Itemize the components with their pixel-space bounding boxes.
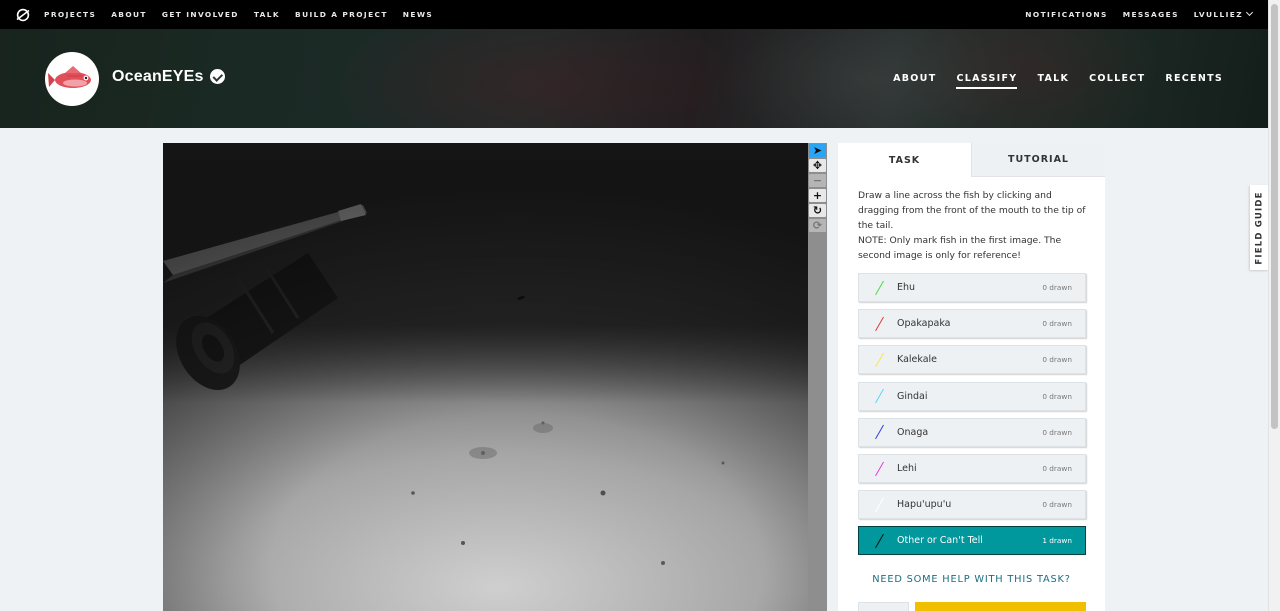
line-swatch-icon <box>875 534 885 548</box>
instructions-note: NOTE: Only mark fish in the first image.… <box>858 235 1062 261</box>
nav-projects-link[interactable]: PROJECTS <box>44 10 96 19</box>
page-scrollbar[interactable] <box>1268 0 1280 611</box>
tool-label: Lehi <box>897 463 917 474</box>
tool-button[interactable]: Opakapaka 0 drawn <box>858 309 1086 339</box>
site-navigation: PROJECTS ABOUT GET INVOLVED TALK BUILD A… <box>0 0 1268 29</box>
nav-get-involved-link[interactable]: GET INVOLVED <box>162 10 239 19</box>
line-swatch-icon <box>875 353 885 367</box>
zoom-out-icon[interactable]: − <box>809 174 826 187</box>
tool-button[interactable]: Hapu'upu'u 0 drawn <box>858 490 1086 520</box>
tool-button[interactable]: Lehi 0 drawn <box>858 454 1086 483</box>
tool-label: Ehu <box>897 282 916 293</box>
project-header: OceanEYEs ABOUT CLASSIFY TALK COLLECT RE… <box>0 29 1268 128</box>
back-button[interactable] <box>858 602 909 611</box>
project-nav-classify[interactable]: CLASSIFY <box>956 73 1018 89</box>
move-tool-icon[interactable]: ✥ <box>809 159 826 172</box>
zoom-in-icon[interactable]: + <box>809 189 826 202</box>
project-nav-about[interactable]: ABOUT <box>893 73 936 89</box>
image-vignette <box>163 143 808 611</box>
tool-drawn-count: 0 drawn <box>1042 355 1072 365</box>
tool-drawn-count: 0 drawn <box>1042 427 1072 437</box>
tab-task[interactable]: TASK <box>838 143 971 177</box>
image-toolbar: ➤ ✥ − + ↻ ⟳ <box>808 143 827 611</box>
tool-button[interactable]: Kalekale 0 drawn <box>858 345 1086 375</box>
tool-drawn-count: 0 drawn <box>1042 500 1072 510</box>
project-nav-recents[interactable]: RECENTS <box>1165 73 1223 89</box>
tool-drawn-count: 0 drawn <box>1042 319 1072 329</box>
done-button[interactable] <box>915 602 1086 611</box>
scrollbar-thumb[interactable] <box>1271 4 1278 429</box>
user-name: LVULLIEZ <box>1193 10 1243 19</box>
task-help-link[interactable]: NEED SOME HELP WITH THIS TASK? <box>838 574 1105 585</box>
chevron-down-icon <box>1245 8 1254 17</box>
user-menu[interactable]: LVULLIEZ <box>1193 8 1254 19</box>
tool-button[interactable]: Gindai 0 drawn <box>858 381 1086 411</box>
pointer-tool-icon[interactable]: ➤ <box>809 144 826 157</box>
verified-badge-icon <box>210 69 225 84</box>
project-nav-collect[interactable]: COLLECT <box>1089 73 1145 89</box>
project-avatar[interactable] <box>45 52 99 106</box>
field-guide-tab[interactable]: FIELD GUIDE <box>1250 185 1269 270</box>
nav-news-link[interactable]: NEWS <box>403 10 433 19</box>
rotate-icon[interactable]: ↻ <box>809 204 826 217</box>
tab-tutorial[interactable]: TUTORIAL <box>971 143 1105 177</box>
line-swatch-icon <box>875 389 885 403</box>
tool-button[interactable]: Other or Can't Tell 1 drawn <box>858 526 1086 556</box>
nav-build-project-link[interactable]: BUILD A PROJECT <box>295 10 388 19</box>
task-panel: TASK TUTORIAL Draw a line across the fis… <box>838 143 1105 611</box>
field-guide-label: FIELD GUIDE <box>1254 190 1265 265</box>
line-swatch-icon <box>875 425 885 439</box>
nav-talk-link[interactable]: TALK <box>254 10 280 19</box>
panel-tabs: TASK TUTORIAL <box>838 143 1105 177</box>
subject-image[interactable] <box>163 143 808 611</box>
site-nav-left: PROJECTS ABOUT GET INVOLVED TALK BUILD A… <box>44 10 448 19</box>
nav-notifications-link[interactable]: NOTIFICATIONS <box>1025 10 1107 19</box>
instructions-line: Draw a line across the fish by clicking … <box>858 190 1086 231</box>
tool-label: Kalekale <box>897 354 938 366</box>
tool-button[interactable]: Ehu 0 drawn <box>858 273 1086 302</box>
tool-label: Onaga <box>897 426 929 438</box>
project-navigation: ABOUT CLASSIFY TALK COLLECT RECENTS <box>873 73 1223 89</box>
line-swatch-icon <box>875 281 885 295</box>
tool-label: Opakapaka <box>897 318 951 330</box>
task-instructions: Draw a line across the fish by clicking … <box>858 188 1090 263</box>
tool-drawn-count: 0 drawn <box>1042 391 1072 401</box>
reset-icon[interactable]: ⟳ <box>809 219 826 232</box>
line-swatch-icon <box>875 317 885 331</box>
zooniverse-logo-icon[interactable] <box>16 8 30 22</box>
tool-button[interactable]: Onaga 0 drawn <box>858 417 1086 447</box>
nav-messages-link[interactable]: MESSAGES <box>1123 10 1179 19</box>
tool-drawn-count: 0 drawn <box>1042 464 1072 473</box>
line-swatch-icon <box>875 498 885 512</box>
tool-label: Gindai <box>897 390 928 402</box>
nav-about-link[interactable]: ABOUT <box>111 10 147 19</box>
tool-label: Hapu'upu'u <box>897 499 952 511</box>
tool-label: Other or Can't Tell <box>897 535 983 547</box>
project-nav-talk[interactable]: TALK <box>1037 73 1069 89</box>
project-title[interactable]: OceanEYEs <box>112 68 204 86</box>
tool-drawn-count: 1 drawn <box>1042 536 1072 546</box>
line-swatch-icon <box>875 462 885 476</box>
site-nav-right: NOTIFICATIONS MESSAGES LVULLIEZ <box>1010 8 1254 19</box>
tool-drawn-count: 0 drawn <box>1042 283 1072 292</box>
